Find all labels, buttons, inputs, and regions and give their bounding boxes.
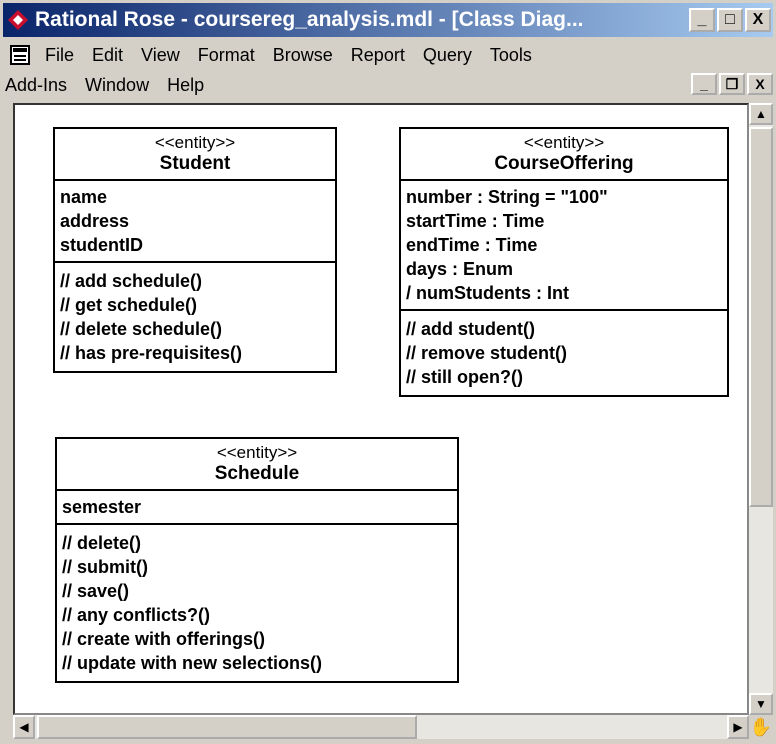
menu-row-2: Add-Ins Window Help bbox=[5, 71, 222, 99]
menu-edit[interactable]: Edit bbox=[92, 45, 123, 66]
hand-cursor-icon: ✋ bbox=[749, 715, 773, 739]
operation: // submit() bbox=[62, 557, 148, 577]
class-diagram-canvas[interactable]: <<entity>> Student name address studentI… bbox=[13, 103, 749, 715]
title-bar[interactable]: Rational Rose - coursereg_analysis.mdl -… bbox=[3, 3, 773, 37]
class-name: Student bbox=[159, 153, 231, 174]
attribute: number : String = "100" bbox=[406, 187, 608, 207]
scroll-up-button[interactable]: ▲ bbox=[749, 103, 773, 125]
menu-row-1: File Edit View Format Browse Report Quer… bbox=[3, 41, 550, 69]
vertical-scroll-thumb[interactable] bbox=[749, 127, 773, 507]
operation: // delete schedule() bbox=[60, 319, 223, 339]
class-attributes: number : String = "100" startTime : Time… bbox=[401, 181, 727, 311]
class-schedule[interactable]: <<entity>> Schedule semester // delete()… bbox=[55, 437, 459, 683]
attribute: startTime : Time bbox=[406, 211, 545, 231]
menu-view[interactable]: View bbox=[141, 45, 180, 66]
scroll-right-button[interactable]: ▶ bbox=[727, 715, 749, 739]
menu-query[interactable]: Query bbox=[423, 45, 472, 66]
class-attributes: name address studentID bbox=[55, 181, 335, 263]
menu-tools[interactable]: Tools bbox=[490, 45, 532, 66]
class-header: <<entity>> CourseOffering bbox=[401, 129, 727, 181]
operation: // add schedule() bbox=[60, 271, 203, 291]
class-stereotype: <<entity>> bbox=[216, 443, 298, 462]
attribute: name bbox=[60, 187, 108, 207]
horizontal-scrollbar[interactable]: ◀ ▶ bbox=[13, 715, 749, 739]
class-operations: // add schedule() // get schedule() // d… bbox=[55, 263, 335, 371]
class-student[interactable]: <<entity>> Student name address studentI… bbox=[53, 127, 337, 373]
arrow-right-icon: ▶ bbox=[733, 720, 743, 734]
maximize-button[interactable]: □ bbox=[717, 8, 743, 32]
operation: // has pre-requisites() bbox=[60, 343, 243, 363]
operation: // any conflicts?() bbox=[62, 605, 211, 625]
attribute: semester bbox=[62, 497, 142, 517]
operation: // update with new selections() bbox=[62, 653, 323, 673]
mdi-close-button[interactable]: X bbox=[747, 73, 773, 95]
class-stereotype: <<entity>> bbox=[523, 133, 605, 152]
class-stereotype: <<entity>> bbox=[154, 133, 236, 152]
rational-rose-icon bbox=[8, 10, 28, 30]
attribute: studentID bbox=[60, 235, 143, 255]
class-name: Schedule bbox=[214, 463, 300, 484]
class-courseoffering[interactable]: <<entity>> CourseOffering number : Strin… bbox=[399, 127, 729, 397]
operation: // delete() bbox=[62, 533, 142, 553]
arrow-up-icon: ▲ bbox=[755, 107, 767, 121]
menu-bar: File Edit View Format Browse Report Quer… bbox=[3, 39, 773, 99]
operation: // remove student() bbox=[406, 343, 568, 363]
operation: // add student() bbox=[406, 319, 535, 339]
class-header: <<entity>> Student bbox=[55, 129, 335, 181]
menu-file[interactable]: File bbox=[45, 45, 74, 66]
operation: // create with offerings() bbox=[62, 629, 266, 649]
attribute: days : Enum bbox=[406, 259, 514, 279]
attribute: / numStudents : Int bbox=[406, 283, 569, 303]
class-operations: // delete() // submit() // save() // any… bbox=[57, 525, 457, 681]
scroll-left-button[interactable]: ◀ bbox=[13, 715, 35, 739]
vertical-scrollbar[interactable]: ▲ ▼ bbox=[749, 103, 773, 715]
mdi-minimize-button[interactable]: _ bbox=[691, 73, 717, 95]
arrow-left-icon: ◀ bbox=[19, 720, 29, 734]
mdi-restore-button[interactable]: ❐ bbox=[719, 73, 745, 95]
app-window: Rational Rose - coursereg_analysis.mdl -… bbox=[0, 0, 776, 744]
menu-window[interactable]: Window bbox=[85, 75, 149, 96]
scroll-down-button[interactable]: ▼ bbox=[749, 693, 773, 715]
menu-help[interactable]: Help bbox=[167, 75, 204, 96]
attribute: endTime : Time bbox=[406, 235, 538, 255]
horizontal-scroll-thumb[interactable] bbox=[37, 715, 417, 739]
menu-browse[interactable]: Browse bbox=[273, 45, 333, 66]
operation: // still open?() bbox=[406, 367, 523, 387]
class-operations: // add student() // remove student() // … bbox=[401, 311, 727, 395]
menu-add-ins[interactable]: Add-Ins bbox=[5, 75, 67, 96]
window-title: Rational Rose - coursereg_analysis.mdl -… bbox=[35, 8, 584, 31]
document-icon[interactable] bbox=[9, 44, 31, 66]
mdi-controls: _ ❐ X bbox=[689, 73, 773, 95]
operation: // save() bbox=[62, 581, 130, 601]
close-button[interactable]: X bbox=[745, 8, 771, 32]
minimize-button[interactable]: _ bbox=[689, 8, 715, 32]
attribute: address bbox=[60, 211, 130, 231]
operation: // get schedule() bbox=[60, 295, 198, 315]
menu-format[interactable]: Format bbox=[198, 45, 255, 66]
class-name: CourseOffering bbox=[494, 153, 634, 174]
arrow-down-icon: ▼ bbox=[755, 697, 767, 711]
class-attributes: semester bbox=[57, 491, 457, 525]
menu-report[interactable]: Report bbox=[351, 45, 405, 66]
class-header: <<entity>> Schedule bbox=[57, 439, 457, 491]
